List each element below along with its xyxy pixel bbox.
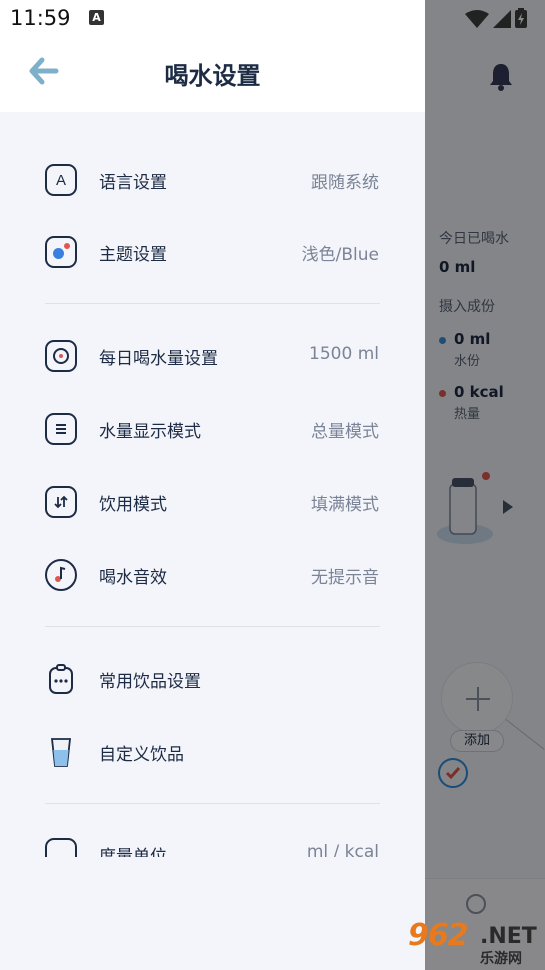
notification-badge: A	[89, 10, 104, 25]
clipboard-icon	[45, 663, 77, 695]
sort-icon	[45, 486, 77, 518]
watermark-cn: 乐游网	[480, 951, 522, 967]
setting-value: 浅色/Blue	[301, 245, 379, 265]
setting-label: 度量单位	[99, 847, 167, 857]
clock: 11:59	[10, 6, 71, 30]
setting-language[interactable]: A 语言设置 跟随系统	[0, 150, 425, 210]
setting-sound[interactable]: 喝水音效 无提示音	[0, 545, 425, 605]
watermark-number: 962	[408, 918, 469, 953]
status-icons	[465, 8, 527, 28]
setting-display-mode[interactable]: 水量显示模式 总量模式	[0, 399, 425, 459]
divider	[45, 626, 380, 627]
music-note-icon	[45, 559, 77, 591]
setting-label: 每日喝水量设置	[99, 349, 218, 369]
setting-value: 跟随系统	[311, 173, 379, 193]
setting-label: 常用饮品设置	[99, 672, 201, 692]
unit-icon	[45, 838, 77, 857]
setting-label: 喝水音效	[99, 568, 167, 588]
divider	[45, 303, 380, 304]
cup-icon	[45, 736, 77, 768]
setting-custom-drinks[interactable]: 自定义饮品	[0, 722, 425, 782]
bell-icon[interactable]	[488, 62, 514, 92]
target-icon	[45, 340, 77, 372]
battery-icon	[515, 8, 527, 28]
setting-label: 饮用模式	[99, 495, 167, 515]
setting-label: 语言设置	[99, 173, 167, 193]
watermark-logo: 962 .NET 乐游网	[404, 918, 542, 968]
setting-label: 水量显示模式	[99, 422, 201, 442]
setting-units[interactable]: 度量单位 ml / kcal	[0, 824, 425, 857]
setting-value: 总量模式	[311, 422, 379, 442]
setting-drink-mode[interactable]: 饮用模式 填满模式	[0, 472, 425, 532]
setting-label: 主题设置	[99, 245, 167, 265]
list-icon	[45, 413, 77, 445]
setting-value: 填满模式	[311, 495, 379, 515]
setting-common-drinks[interactable]: 常用饮品设置	[0, 649, 425, 709]
theme-icon	[45, 236, 77, 268]
divider	[45, 803, 380, 804]
setting-daily-goal[interactable]: 每日喝水量设置 1500 ml	[0, 326, 425, 386]
page-title: 喝水设置	[164, 62, 261, 90]
language-icon: A	[45, 164, 77, 196]
settings-drawer: 喝水设置 A 语言设置 跟随系统 主题设置 浅色/Blue 每日喝水量设置 15…	[0, 0, 425, 970]
status-bar: 11:59 A	[0, 0, 545, 36]
watermark-net: .NET	[480, 924, 537, 949]
setting-value: ml / kcal	[306, 842, 379, 857]
setting-value: 1500 ml	[309, 344, 379, 364]
setting-value: 无提示音	[311, 568, 379, 588]
settings-menu: A 语言设置 跟随系统 主题设置 浅色/Blue 每日喝水量设置 1500 ml	[0, 112, 425, 857]
setting-theme[interactable]: 主题设置 浅色/Blue	[0, 222, 425, 282]
setting-label: 自定义饮品	[99, 745, 184, 765]
wifi-icon	[465, 10, 489, 28]
signal-icon	[493, 10, 511, 28]
